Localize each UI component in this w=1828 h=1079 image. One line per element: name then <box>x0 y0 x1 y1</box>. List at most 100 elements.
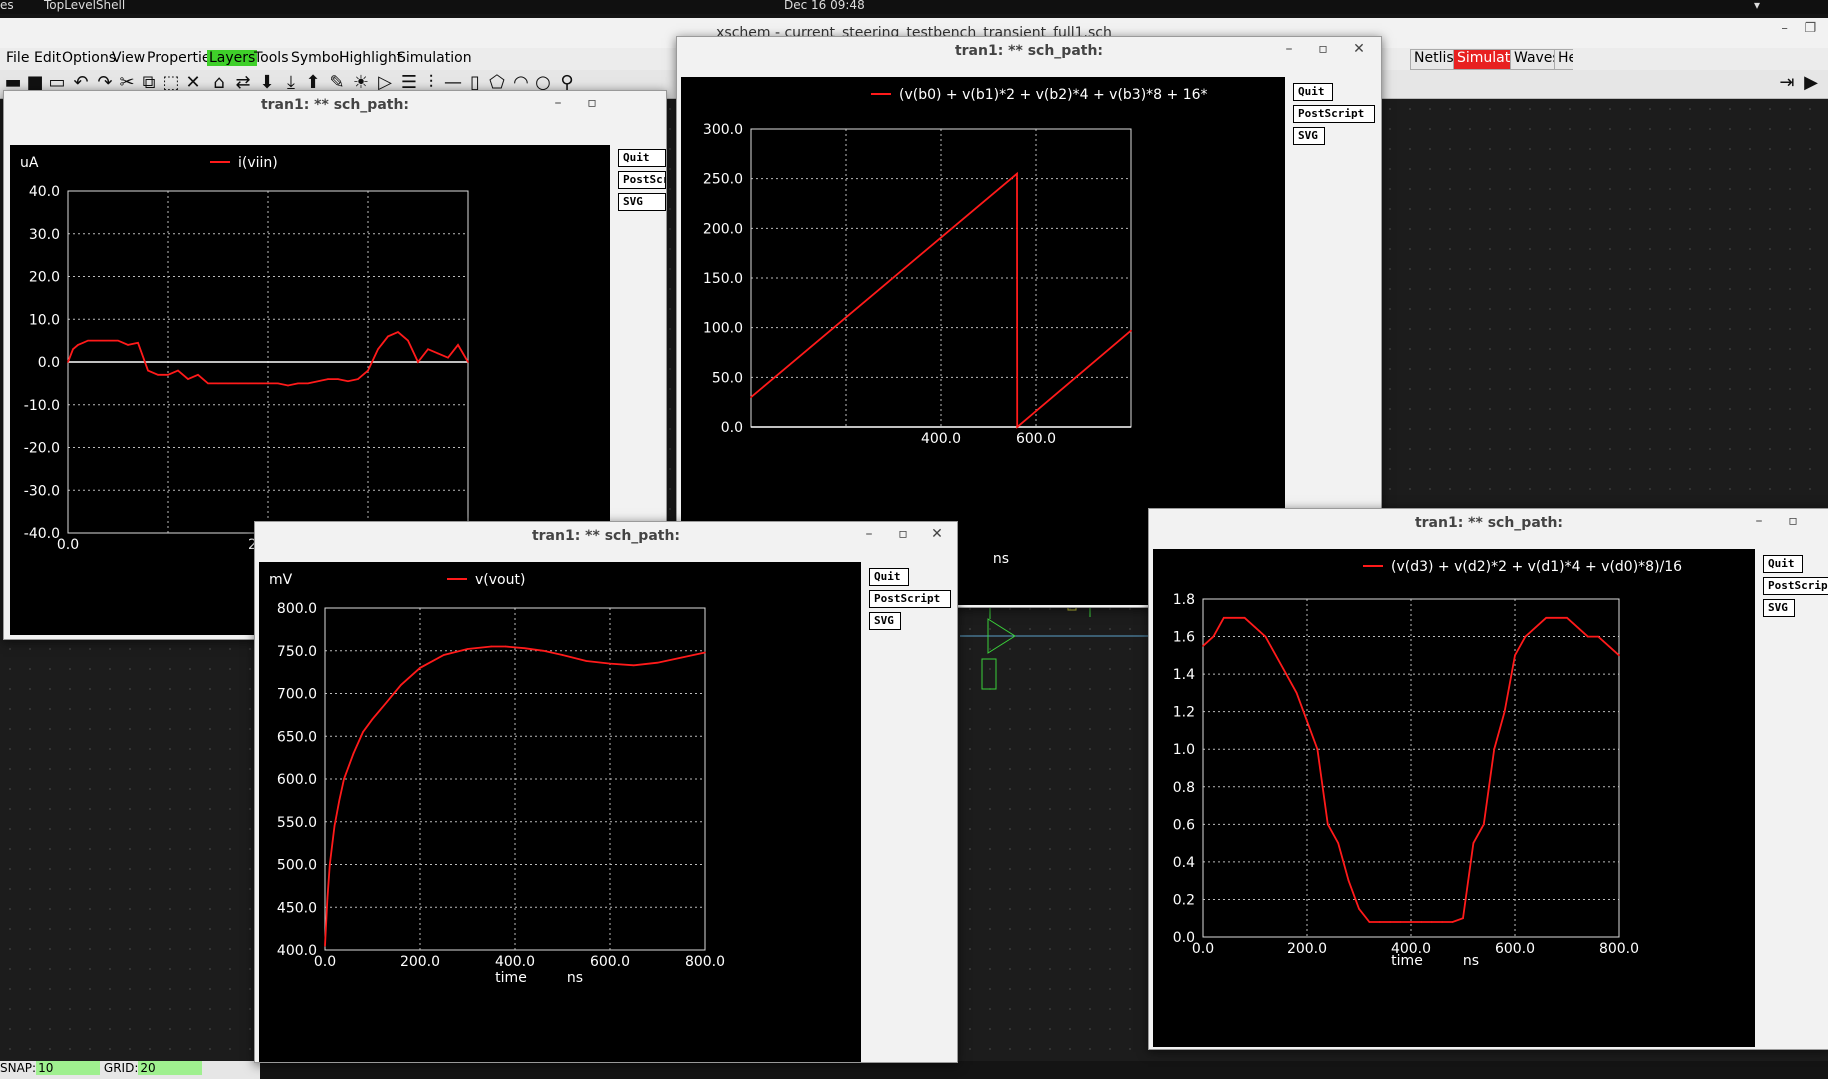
postscript-button[interactable]: PostScript <box>1763 577 1828 595</box>
data-point <box>1130 329 1132 332</box>
data-point <box>1472 842 1475 844</box>
data-point <box>1368 921 1371 923</box>
legend-label: (v(d3) + v(d2)*2 + v(d1)*4 + v(d0)*8)/16 <box>1391 559 1682 575</box>
y-tick-label: 0.8 <box>1173 780 1195 796</box>
menu-symbol[interactable]: Symbol <box>291 50 343 66</box>
menu-simulation[interactable]: Simulation <box>397 50 472 66</box>
x-axis-label: time <box>495 970 527 986</box>
desktop-top-bar: es TopLevelShell Dec 16 09:48 ▾ <box>0 0 1828 14</box>
data-point <box>1264 635 1267 638</box>
y-tick-label: 0.0 <box>721 420 743 436</box>
window-title: tran1: ** sch_path: <box>954 43 1104 59</box>
svg-button[interactable]: SVG <box>1763 599 1795 617</box>
data-point <box>1420 921 1423 923</box>
plot-area[interactable]: 1.8 1.6 1.4 1.2 1.0 0.8 0.6 0.4 0.2 0.0 0.0 200.0 40… <box>1153 549 1755 1047</box>
menu-layers[interactable]: Layers <box>207 50 258 66</box>
y-tick-label: 200.0 <box>703 221 743 237</box>
data-point <box>197 374 199 376</box>
snap-value[interactable]: 10 <box>36 1061 101 1075</box>
svg-button[interactable]: SVG <box>618 193 666 211</box>
x-tick-label: 600.0 <box>590 954 630 970</box>
maximize-icon[interactable]: ▫ <box>584 95 600 111</box>
data-point <box>585 660 588 662</box>
data-point <box>1285 673 1287 675</box>
menu-tools[interactable]: Tools <box>254 50 289 66</box>
data-point <box>1587 635 1589 638</box>
menu-highlight[interactable]: Highlight <box>339 50 402 66</box>
data-point <box>187 378 189 380</box>
schematic-fragment <box>960 599 1170 690</box>
data-point <box>1275 654 1277 657</box>
data-point <box>117 339 119 342</box>
data-point <box>328 863 331 866</box>
y-tick-label: 650.0 <box>277 729 317 745</box>
system-menu-icon[interactable]: ▾ <box>1754 0 1760 12</box>
minimize-icon[interactable]: – <box>1281 41 1297 57</box>
minimize-icon[interactable]: – <box>1751 513 1767 529</box>
x-tick-label: 0.0 <box>1192 941 1214 957</box>
x-tick-label: 600.0 <box>1016 431 1056 447</box>
data-point <box>307 382 309 385</box>
data-point <box>1555 616 1558 619</box>
x-axis-unit: ns <box>567 970 583 986</box>
data-point <box>267 382 269 385</box>
clock[interactable]: Dec 16 09:48 <box>784 0 865 12</box>
y-tick-label: 0.4 <box>1173 855 1195 871</box>
data-point <box>362 731 364 733</box>
quit-button[interactable]: Quit <box>1293 83 1333 101</box>
data-point <box>417 361 419 363</box>
maximize-icon[interactable]: ▫ <box>1315 41 1331 57</box>
x-tick-label: 400.0 <box>495 954 535 970</box>
maximize-icon[interactable]: ▫ <box>1785 513 1801 529</box>
grid-value[interactable]: 20 <box>138 1061 203 1075</box>
app-name[interactable]: TopLevelShell <box>44 0 125 12</box>
window-title: tran1: ** sch_path: <box>1414 515 1564 531</box>
toggle-panel-icon[interactable]: ⇥ <box>1776 72 1798 94</box>
y-tick-label: 1.2 <box>1173 705 1195 721</box>
y-tick-label: 1.8 <box>1173 592 1195 608</box>
postscript-button[interactable]: PostScri <box>618 171 666 189</box>
postscript-button[interactable]: PostScript <box>1293 105 1375 123</box>
plot-buttons: Quit PostScript SVG <box>1289 79 1375 147</box>
data-point <box>1441 921 1443 923</box>
close-icon[interactable]: ✕ <box>1351 41 1367 57</box>
quit-button[interactable]: Quit <box>1763 555 1803 573</box>
menu-file[interactable]: File <box>6 50 29 66</box>
y-tick-label: -40.0 <box>24 526 60 542</box>
postscript-button[interactable]: PostScript <box>869 590 951 608</box>
data-point <box>324 944 326 947</box>
svg-button[interactable]: SVG <box>869 612 901 630</box>
y-tick-label: 50.0 <box>712 370 743 386</box>
data-point <box>1451 921 1454 923</box>
menu-options[interactable]: Options <box>62 50 116 66</box>
data-point <box>1607 645 1610 647</box>
x-tick-label: 0.0 <box>314 954 336 970</box>
data-point <box>87 339 89 342</box>
quit-button[interactable]: Quit <box>618 149 666 167</box>
help-button[interactable]: He <box>1554 49 1573 70</box>
close-icon[interactable]: ✕ <box>929 526 945 542</box>
legend-label: i(viin) <box>238 155 278 171</box>
quit-button[interactable]: Quit <box>869 568 909 586</box>
window-controls[interactable]: – ❐ <box>1781 21 1816 36</box>
plot-window-vout[interactable]: tran1: ** sch_path: – ▫ ✕ 800.0 750.0 700.… <box>254 521 958 1063</box>
plot-window-dac[interactable]: tran1: ** sch_path: – ▫ 1.8 1.6 1.4 1.2 1.0 0… <box>1148 508 1828 1050</box>
minimize-icon[interactable]: – <box>861 526 877 542</box>
plot-area[interactable]: 800.0 750.0 700.0 650.0 600.0 550.0 500.0 450.0… <box>259 562 861 1062</box>
y-tick-label: 550.0 <box>277 815 317 831</box>
y-tick-label: 40.0 <box>29 184 60 200</box>
menu-edit[interactable]: Edit <box>34 50 61 66</box>
plot-buttons: Quit PostScript SVG <box>1759 551 1828 619</box>
maximize-icon[interactable]: ▫ <box>895 526 911 542</box>
grid-label: GRID: <box>103 1061 139 1075</box>
play-icon[interactable]: ▶ <box>1800 72 1822 94</box>
data-point <box>656 661 659 664</box>
minimize-icon[interactable]: – <box>550 95 566 111</box>
menu-view[interactable]: View <box>112 50 145 66</box>
data-point <box>72 348 74 350</box>
svg-button[interactable]: SVG <box>1293 127 1325 145</box>
data-point <box>437 352 439 355</box>
data-point <box>67 361 69 363</box>
data-point <box>427 348 429 350</box>
x-tick-label: 200.0 <box>1287 941 1327 957</box>
